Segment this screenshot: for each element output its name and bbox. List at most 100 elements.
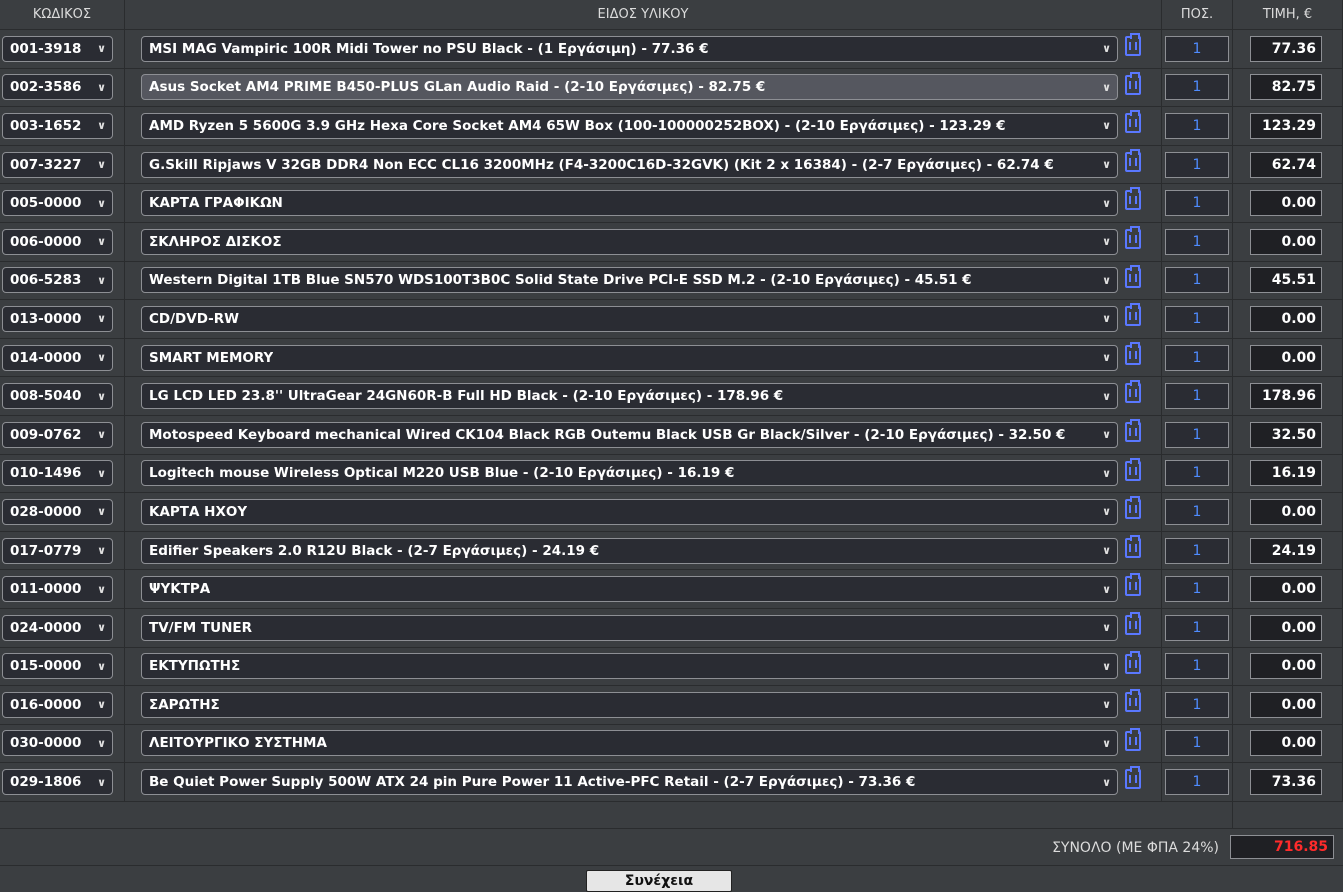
- quantity-input[interactable]: 1: [1165, 421, 1229, 448]
- quantity-input[interactable]: 1: [1165, 151, 1229, 178]
- clipboard-icon[interactable]: [1125, 418, 1141, 442]
- code-select[interactable]: 003-1652 ∨: [2, 112, 113, 139]
- item-select[interactable]: Motospeed Keyboard mechanical Wired CK10…: [141, 421, 1118, 448]
- quantity-input[interactable]: 1: [1165, 35, 1229, 62]
- code-select[interactable]: 024-0000 ∨: [2, 614, 113, 641]
- chevron-down-icon: ∨: [97, 544, 106, 558]
- code-select[interactable]: 006-5283 ∨: [2, 267, 113, 294]
- clipboard-icon[interactable]: [1125, 611, 1141, 635]
- chevron-down-icon: ∨: [1102, 42, 1111, 56]
- item-select[interactable]: Be Quiet Power Supply 500W ATX 24 pin Pu…: [141, 769, 1118, 796]
- total-row: ΣΥΝΟΛΟ (ΜΕ ΦΠΑ 24%) 716.85: [0, 829, 1343, 866]
- clipboard-icon[interactable]: [1125, 71, 1141, 95]
- code-select[interactable]: 001-3918 ∨: [2, 35, 113, 62]
- item-select[interactable]: CD/DVD-RW ∨: [141, 305, 1118, 332]
- quantity-input[interactable]: 1: [1165, 112, 1229, 139]
- header-code: ΚΩΔΙΚΟΣ: [0, 0, 125, 30]
- price-cell: 0.00: [1233, 300, 1343, 339]
- quantity-input[interactable]: 1: [1165, 305, 1229, 332]
- code-value: 010-1496: [10, 465, 82, 482]
- clipboard-icon[interactable]: [1125, 496, 1141, 520]
- clipboard-icon[interactable]: [1125, 303, 1141, 327]
- code-select[interactable]: 015-0000 ∨: [2, 653, 113, 680]
- qty-cell: 1: [1162, 724, 1233, 764]
- code-select[interactable]: 002-3586 ∨: [2, 74, 113, 101]
- quantity-input[interactable]: 1: [1165, 498, 1229, 525]
- code-select[interactable]: 017-0779 ∨: [2, 537, 113, 564]
- clipboard-icon[interactable]: [1125, 689, 1141, 713]
- item-select[interactable]: ΛΕΙΤΟΥΡΓΙΚΟ ΣΥΣΤΗΜΑ ∨: [141, 730, 1118, 757]
- item-select[interactable]: AMD Ryzen 5 5600G 3.9 GHz Hexa Core Sock…: [141, 112, 1118, 139]
- item-select[interactable]: ΨΥΚΤΡΑ ∨: [141, 576, 1118, 603]
- item-select[interactable]: Western Digital 1TB Blue SN570 WDS100T3B…: [141, 267, 1118, 294]
- item-select[interactable]: Logitech mouse Wireless Optical M220 USB…: [141, 460, 1118, 487]
- item-value: ΣΑΡΩΤΗΣ: [149, 696, 220, 713]
- code-select[interactable]: 014-0000 ∨: [2, 344, 113, 371]
- item-value: ΛΕΙΤΟΥΡΓΙΚΟ ΣΥΣΤΗΜΑ: [149, 735, 327, 752]
- clipboard-icon[interactable]: [1125, 534, 1141, 558]
- quantity-input[interactable]: 1: [1165, 267, 1229, 294]
- quantity-input[interactable]: 1: [1165, 614, 1229, 641]
- code-select[interactable]: 010-1496 ∨: [2, 460, 113, 487]
- code-select[interactable]: 005-0000 ∨: [2, 190, 113, 217]
- item-select[interactable]: Edifier Speakers 2.0 R12U Black - (2-7 Ε…: [141, 537, 1118, 564]
- clipboard-icon[interactable]: [1125, 148, 1141, 172]
- clipboard-icon[interactable]: [1125, 573, 1141, 597]
- quantity-input[interactable]: 1: [1165, 383, 1229, 410]
- code-select[interactable]: 007-3227 ∨: [2, 151, 113, 178]
- item-select[interactable]: ΕΚΤΥΠΩΤΗΣ ∨: [141, 653, 1118, 680]
- clipboard-icon[interactable]: [1125, 380, 1141, 404]
- clipboard-icon[interactable]: [1125, 33, 1141, 56]
- item-select[interactable]: SMART MEMORY ∨: [141, 344, 1118, 371]
- quantity-input[interactable]: 1: [1165, 769, 1229, 796]
- quantity-input[interactable]: 1: [1165, 460, 1229, 487]
- clipboard-icon[interactable]: [1125, 341, 1141, 365]
- chevron-down-icon: ∨: [1102, 466, 1111, 480]
- price-cell: 0.00: [1233, 608, 1343, 648]
- quantity-input[interactable]: 1: [1165, 537, 1229, 564]
- quantity-input[interactable]: 1: [1165, 576, 1229, 603]
- quantity-input[interactable]: 1: [1165, 344, 1229, 371]
- code-select[interactable]: 016-0000 ∨: [2, 691, 113, 718]
- item-cell: Edifier Speakers 2.0 R12U Black - (2-7 Ε…: [125, 531, 1162, 571]
- price-cell: 24.19: [1233, 531, 1343, 571]
- quantity-input[interactable]: 1: [1165, 653, 1229, 680]
- quantity-input[interactable]: 1: [1165, 691, 1229, 718]
- code-value: 015-0000: [10, 658, 82, 675]
- code-select[interactable]: 029-1806 ∨: [2, 769, 113, 796]
- total-value: 716.85: [1230, 835, 1334, 859]
- clipboard-icon[interactable]: [1125, 650, 1141, 674]
- item-select[interactable]: MSI MAG Vampiric 100R Midi Tower no PSU …: [141, 35, 1118, 62]
- clipboard-icon[interactable]: [1125, 727, 1141, 751]
- code-select[interactable]: 013-0000 ∨: [2, 305, 113, 332]
- header-item: ΕΙΔΟΣ ΥΛΙΚΟΥ: [125, 0, 1162, 30]
- clipboard-icon[interactable]: [1125, 766, 1141, 790]
- code-select[interactable]: 006-0000 ∨: [2, 228, 113, 255]
- item-select[interactable]: TV/FM TUNER ∨: [141, 614, 1118, 641]
- code-select[interactable]: 011-0000 ∨: [2, 576, 113, 603]
- item-select[interactable]: ΚΑΡΤΑ ΗΧΟΥ ∨: [141, 498, 1118, 525]
- item-select[interactable]: LG LCD LED 23.8'' UltraGear 24GN60R-B Fu…: [141, 383, 1118, 410]
- code-select[interactable]: 028-0000 ∨: [2, 498, 113, 525]
- quantity-input[interactable]: 1: [1165, 74, 1229, 101]
- item-select[interactable]: ΣΚΛΗΡΟΣ ΔΙΣΚΟΣ ∨: [141, 228, 1118, 255]
- clipboard-icon[interactable]: [1125, 187, 1141, 211]
- price-value: 24.19: [1250, 537, 1322, 564]
- item-select[interactable]: Asus Socket AM4 PRIME B450-PLUS GLan Aud…: [141, 74, 1118, 101]
- continue-button[interactable]: Συνέχεια: [586, 870, 732, 892]
- quantity-input[interactable]: 1: [1165, 228, 1229, 255]
- clipboard-icon[interactable]: [1125, 264, 1141, 288]
- code-cell: 007-3227 ∨: [0, 145, 125, 185]
- quantity-input[interactable]: 1: [1165, 190, 1229, 217]
- quantity-input[interactable]: 1: [1165, 730, 1229, 757]
- item-select[interactable]: ΚΑΡΤΑ ΓΡΑΦΙΚΩΝ ∨: [141, 190, 1118, 217]
- clipboard-icon[interactable]: [1125, 225, 1141, 249]
- item-select[interactable]: ΣΑΡΩΤΗΣ ∨: [141, 691, 1118, 718]
- code-select[interactable]: 030-0000 ∨: [2, 730, 113, 757]
- clipboard-icon[interactable]: [1125, 457, 1141, 481]
- code-value: 001-3918: [10, 40, 82, 57]
- code-select[interactable]: 009-0762 ∨: [2, 421, 113, 448]
- code-select[interactable]: 008-5040 ∨: [2, 383, 113, 410]
- clipboard-icon[interactable]: [1125, 110, 1141, 134]
- item-select[interactable]: G.Skill Ripjaws V 32GB DDR4 Non ECC CL16…: [141, 151, 1118, 178]
